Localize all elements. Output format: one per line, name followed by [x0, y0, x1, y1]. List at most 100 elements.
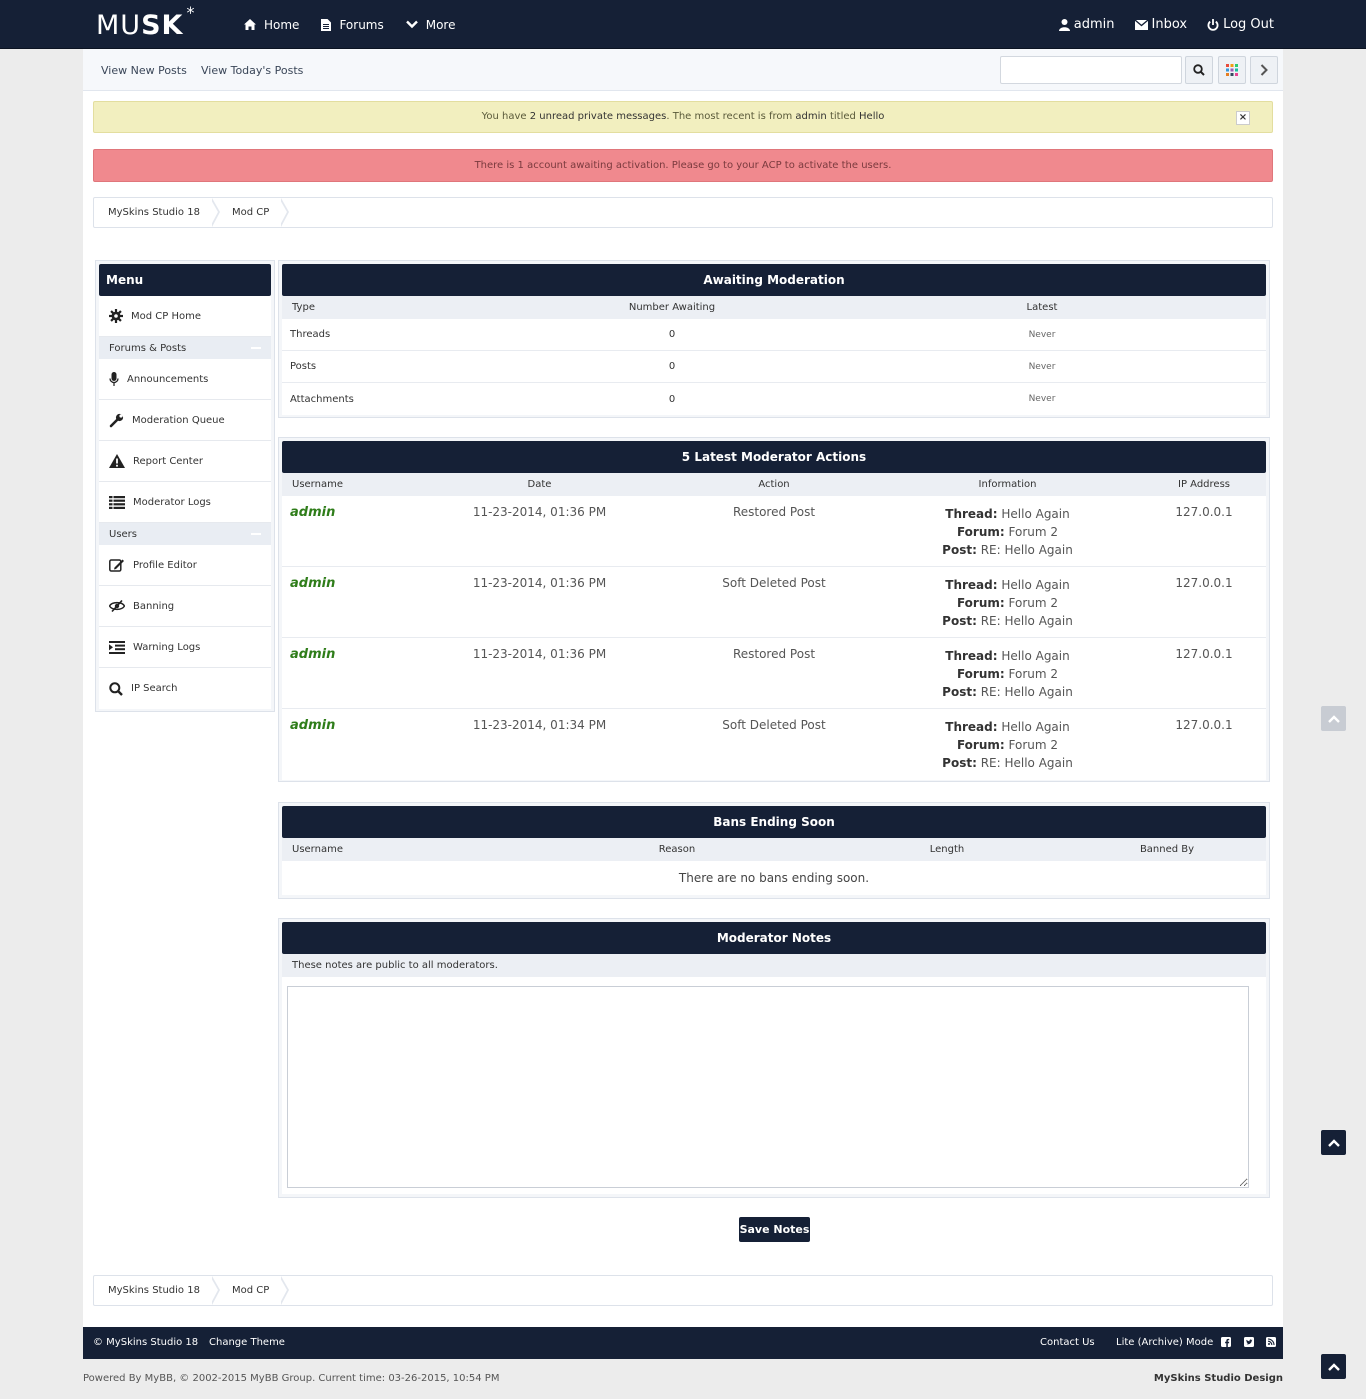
table-row: Threads 0 Never [282, 319, 1266, 351]
table-row: Attachments 0 Never [282, 383, 1266, 415]
menu-item-profile-editor[interactable]: Profile Editor [99, 545, 271, 586]
scroll-top-button[interactable] [1321, 1130, 1346, 1155]
power-icon [1207, 18, 1219, 31]
top-bar: MUSK * Home Forums More admin Inbox Log O… [0, 0, 1366, 49]
username-link[interactable]: admin [282, 505, 467, 520]
breadcrumb-item[interactable]: MySkins Studio 18 [94, 1276, 220, 1305]
moderator-notes-panel: Moderator Notes These notes are public t… [278, 918, 1270, 1198]
site-logo[interactable]: MUSK * [96, 3, 195, 41]
microphone-icon [109, 372, 119, 386]
forum-link[interactable]: Forum 2 [1009, 667, 1059, 681]
view-new-posts-link[interactable]: View New Posts [101, 64, 187, 77]
post-link[interactable]: RE: Hello Again [981, 543, 1073, 557]
awaiting-moderation-panel: Awaiting Moderation Type Number Awaiting… [278, 260, 1270, 418]
user-nav: admin Inbox Log Out [1039, 0, 1274, 49]
panel-title: Moderator Notes [282, 922, 1266, 954]
nav-more[interactable]: More [405, 18, 455, 32]
post-link[interactable]: RE: Hello Again [981, 756, 1073, 770]
post-link[interactable]: RE: Hello Again [981, 614, 1073, 628]
forum-link[interactable]: Forum 2 [1009, 596, 1059, 610]
scroll-top-button[interactable] [1321, 1354, 1346, 1379]
menu-item-modcp-home[interactable]: Mod CP Home [99, 296, 271, 337]
user-icon [1058, 18, 1070, 31]
menu-item-warning-logs[interactable]: Warning Logs [99, 627, 271, 668]
scroll-top-button[interactable] [1321, 706, 1346, 731]
close-icon[interactable]: × [1236, 111, 1250, 125]
nav-forums[interactable]: Forums [321, 18, 384, 32]
pm-title-link[interactable]: Hello [859, 111, 884, 122]
menu-item-ip-search[interactable]: IP Search [99, 668, 271, 709]
forum-link[interactable]: Forum 2 [1009, 525, 1059, 539]
thread-link[interactable]: Hello Again [1001, 578, 1069, 592]
collapse-icon[interactable] [251, 533, 261, 535]
edit-icon [109, 559, 124, 572]
user-profile-link[interactable]: admin [1058, 17, 1115, 32]
thread-link[interactable]: Hello Again [1001, 649, 1069, 663]
sub-nav: View New Posts View Today's Posts [83, 49, 1283, 91]
table-row: admin 11-23-2014, 01:36 PM Restored Post… [282, 496, 1266, 567]
username-link[interactable]: admin [282, 647, 467, 662]
table-header: Username Reason Length Banned By [282, 838, 1266, 861]
panel-title: 5 Latest Moderator Actions [282, 441, 1266, 473]
breadcrumb-item[interactable]: MySkins Studio 18 [94, 198, 220, 227]
menu-section-forums[interactable]: Forums & Posts [99, 337, 271, 359]
chevron-up-icon [1327, 1362, 1340, 1371]
change-theme-link[interactable]: Change Theme [209, 1337, 285, 1348]
save-notes-button[interactable]: Save Notes [739, 1217, 810, 1242]
menu-item-banning[interactable]: Banning [99, 586, 271, 627]
table-row: admin 11-23-2014, 01:34 PM Soft Deleted … [282, 709, 1266, 780]
document-icon [321, 18, 332, 31]
bans-ending-panel: Bans Ending Soon Username Reason Length … [278, 802, 1270, 899]
menu-item-moderator-logs[interactable]: Moderator Logs [99, 482, 271, 523]
mybb-group-link[interactable]: MyBB Group [250, 1373, 312, 1384]
pm-alert: You have 2 unread private messages. The … [93, 101, 1273, 133]
search-icon [1193, 64, 1205, 76]
thread-link[interactable]: Hello Again [1001, 507, 1069, 521]
breadcrumb-item[interactable]: Mod CP [218, 1276, 290, 1305]
nav-home[interactable]: Home [244, 18, 299, 32]
collapse-icon[interactable] [251, 347, 261, 349]
search-icon [109, 681, 123, 696]
footer-copyright[interactable]: © MySkins Studio 18 [93, 1337, 198, 1348]
moderator-notes-textarea[interactable] [287, 986, 1249, 1188]
username-link[interactable]: admin [282, 576, 467, 591]
activation-alert: There is 1 account awaiting activation. … [93, 149, 1273, 182]
main-container: View New Posts View Today's Posts You ha… [83, 49, 1283, 1327]
pm-from-link[interactable]: admin [795, 111, 826, 122]
logout-link[interactable]: Log Out [1207, 17, 1274, 32]
pm-count-link[interactable]: 2 unread private messages [530, 111, 667, 122]
inbox-link[interactable]: Inbox [1134, 17, 1187, 32]
eye-slash-icon [109, 600, 125, 612]
notes-subtitle: These notes are public to all moderators… [282, 954, 1266, 977]
menu-title: Menu [99, 264, 271, 296]
table-header: Type Number Awaiting Latest [282, 296, 1266, 319]
expand-button[interactable] [1250, 56, 1278, 84]
twitter-icon[interactable] [1244, 1337, 1254, 1350]
table-row: admin 11-23-2014, 01:36 PM Soft Deleted … [282, 567, 1266, 638]
breadcrumb-item[interactable]: Mod CP [218, 198, 290, 227]
facebook-icon[interactable] [1221, 1337, 1231, 1350]
theme-grid-button[interactable] [1218, 56, 1246, 84]
table-row: admin 11-23-2014, 01:36 PM Restored Post… [282, 638, 1266, 709]
menu-item-moderation-queue[interactable]: Moderation Queue [99, 400, 271, 441]
modcp-menu: Menu Mod CP Home Forums & Posts Announce… [95, 260, 275, 712]
gear-icon [109, 309, 123, 323]
search-button[interactable] [1185, 56, 1213, 84]
lite-mode-link[interactable]: Lite (Archive) Mode [1116, 1337, 1213, 1348]
view-todays-posts-link[interactable]: View Today's Posts [201, 64, 303, 77]
thread-link[interactable]: Hello Again [1001, 720, 1069, 734]
panel-title: Awaiting Moderation [282, 264, 1266, 296]
designer-link[interactable]: MySkins Studio Design [1154, 1373, 1283, 1384]
menu-item-announcements[interactable]: Announcements [99, 359, 271, 400]
menu-item-report-center[interactable]: Report Center [99, 441, 271, 482]
rss-icon[interactable] [1266, 1337, 1276, 1350]
username-link[interactable]: admin [282, 718, 467, 733]
table-header: Username Date Action Information IP Addr… [282, 473, 1266, 496]
mybb-link[interactable]: MyBB [145, 1373, 173, 1384]
contact-us-link[interactable]: Contact Us [1040, 1337, 1095, 1348]
menu-section-users[interactable]: Users [99, 523, 271, 545]
forum-link[interactable]: Forum 2 [1009, 738, 1059, 752]
wrench-icon [109, 413, 124, 427]
post-link[interactable]: RE: Hello Again [981, 685, 1073, 699]
search-input[interactable] [1000, 56, 1182, 84]
